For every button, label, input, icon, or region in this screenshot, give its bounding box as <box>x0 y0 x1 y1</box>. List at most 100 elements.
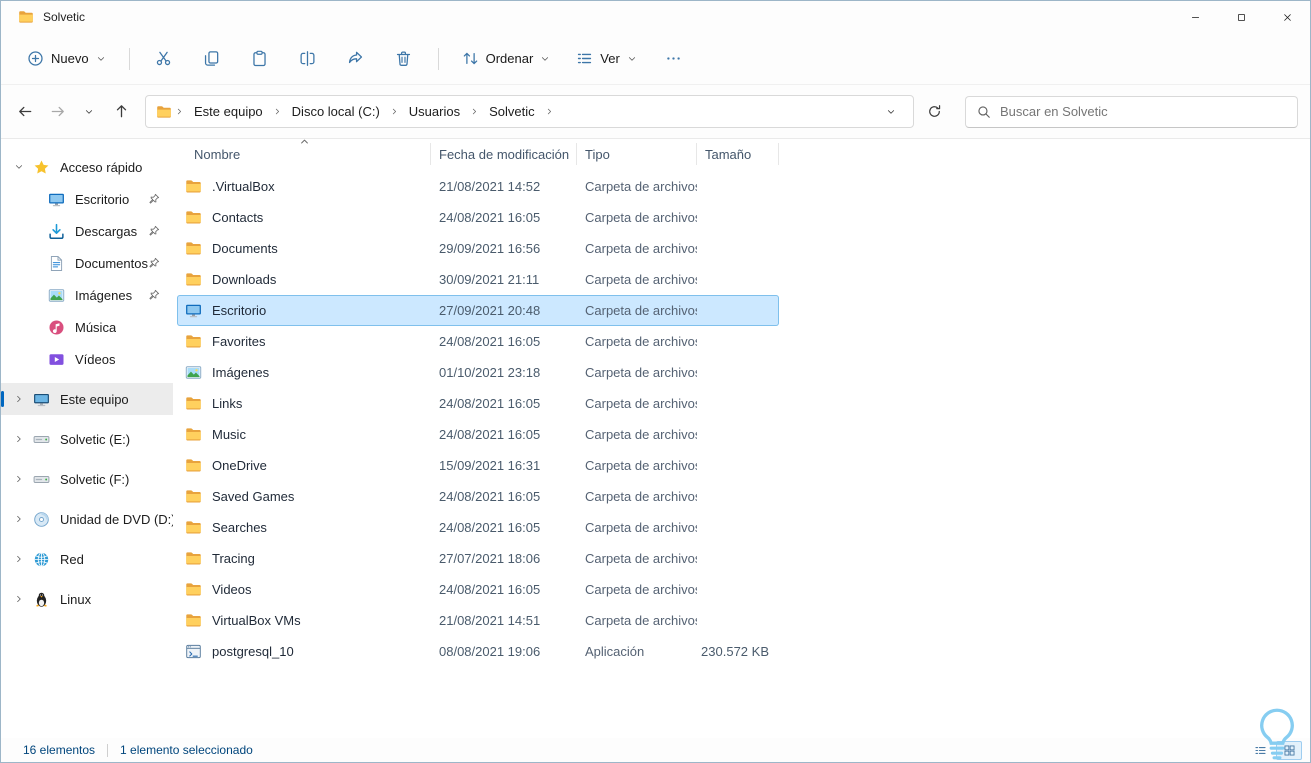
sidebar-item-este-equipo[interactable]: Este equipo <box>1 383 173 415</box>
file-type: Carpeta de archivos <box>585 427 697 442</box>
close-button[interactable] <box>1264 1 1310 33</box>
column-header-nombre[interactable]: Nombre <box>177 143 431 165</box>
sort-button[interactable]: Ordenar <box>451 41 562 77</box>
breadcrumb-item-solvetic[interactable]: Solvetic <box>482 100 557 123</box>
chevron-right-icon[interactable] <box>273 107 282 116</box>
file-type: Carpeta de archivos <box>585 489 697 504</box>
sidebar-item-documentos[interactable]: Documentos <box>1 247 173 279</box>
file-row-downloads[interactable]: Downloads 30/09/2021 21:11 Carpeta de ar… <box>177 264 779 295</box>
file-row-favorites[interactable]: Favorites 24/08/2021 16:05 Carpeta de ar… <box>177 326 779 357</box>
file-name: Searches <box>212 520 267 535</box>
sidebar-item-escritorio[interactable]: Escritorio <box>1 183 173 215</box>
file-row-links[interactable]: Links 24/08/2021 16:05 Carpeta de archiv… <box>177 388 779 419</box>
breadcrumb-item-label[interactable]: Disco local (C:) <box>285 100 387 123</box>
file-row-searches[interactable]: Searches 24/08/2021 16:05 Carpeta de arc… <box>177 512 779 543</box>
file-modified-date: 24/08/2021 16:05 <box>439 520 541 535</box>
chevron-right-icon[interactable] <box>14 514 24 524</box>
paste-button[interactable] <box>238 41 282 77</box>
file-row-escritorio[interactable]: Escritorio 27/09/2021 20:48 Carpeta de a… <box>177 295 779 326</box>
sidebar-item-solvetic-e[interactable]: Solvetic (E:) <box>1 423 173 455</box>
breadcrumb-item-disco-local-c[interactable]: Disco local (C:) <box>285 100 402 123</box>
file-row-contacts[interactable]: Contacts 24/08/2021 16:05 Carpeta de arc… <box>177 202 779 233</box>
recent-locations-button[interactable] <box>73 96 105 128</box>
view-button[interactable]: Ver <box>565 41 648 77</box>
file-row-virtualbox[interactable]: .VirtualBox 21/08/2021 14:52 Carpeta de … <box>177 171 779 202</box>
file-rows: .VirtualBox 21/08/2021 14:52 Carpeta de … <box>177 171 1310 667</box>
column-header-fecha[interactable]: Fecha de modificación <box>431 143 577 165</box>
sidebar-item-red[interactable]: Red <box>1 543 173 575</box>
sidebar-item-label: Unidad de DVD (D:) <box>60 511 173 527</box>
forward-button[interactable] <box>41 96 73 128</box>
column-headers: Nombre Fecha de modificación Tipo Tamaño <box>177 139 1310 169</box>
refresh-button[interactable] <box>918 96 950 128</box>
sort-ascending-icon <box>299 136 310 147</box>
file-explorer-window: Solvetic Nuevo Ordenar Ver Este equipo D… <box>0 0 1311 763</box>
column-header-tipo[interactable]: Tipo <box>577 143 697 165</box>
share-button[interactable] <box>334 41 378 77</box>
breadcrumb[interactable]: Este equipo Disco local (C:) Usuarios So… <box>145 95 914 128</box>
more-options-button[interactable] <box>652 41 696 77</box>
file-row-imagenes[interactable]: Imágenes 01/10/2021 23:18 Carpeta de arc… <box>177 357 779 388</box>
breadcrumb-item-usuarios[interactable]: Usuarios <box>402 100 482 123</box>
maximize-button[interactable] <box>1218 1 1264 33</box>
chevron-right-icon[interactable] <box>175 107 184 116</box>
details-view-button[interactable] <box>1247 741 1273 760</box>
file-row-tracing[interactable]: Tracing 27/07/2021 18:06 Carpeta de arch… <box>177 543 779 574</box>
file-row-music[interactable]: Music 24/08/2021 16:05 Carpeta de archiv… <box>177 419 779 450</box>
paste-icon <box>251 50 268 67</box>
rename-button[interactable] <box>286 41 330 77</box>
chevron-right-icon[interactable] <box>14 434 24 444</box>
file-modified-date: 30/09/2021 21:11 <box>439 272 540 287</box>
status-divider <box>107 743 109 757</box>
file-row-documents[interactable]: Documents 29/09/2021 16:56 Carpeta de ar… <box>177 233 779 264</box>
details-view-icon <box>1254 744 1267 757</box>
minimize-button[interactable] <box>1172 1 1218 33</box>
sidebar-item-label: Escritorio <box>75 191 130 207</box>
chevron-right-icon[interactable] <box>390 107 399 116</box>
file-row-virtualbox-vms[interactable]: VirtualBox VMs 21/08/2021 14:51 Carpeta … <box>177 605 779 636</box>
sidebar-item-icon <box>33 431 50 448</box>
file-row-saved-games[interactable]: Saved Games 24/08/2021 16:05 Carpeta de … <box>177 481 779 512</box>
sidebar-item-quick-access[interactable]: Acceso rápido <box>1 151 173 183</box>
chevron-right-icon[interactable] <box>545 107 554 116</box>
back-button[interactable] <box>9 96 41 128</box>
sidebar-item-imagenes[interactable]: Imágenes <box>1 279 173 311</box>
chevron-right-icon[interactable] <box>14 394 24 404</box>
sidebar-item-unidad-de-dvd-d[interactable]: Unidad de DVD (D:) <box>1 503 173 535</box>
search-input[interactable] <box>1000 104 1286 119</box>
file-row-onedrive[interactable]: OneDrive 15/09/2021 16:31 Carpeta de arc… <box>177 450 779 481</box>
column-label: Nombre <box>194 146 241 162</box>
sidebar-item-musica[interactable]: Música <box>1 311 173 343</box>
arrow-left-icon <box>18 104 33 119</box>
cut-button[interactable] <box>142 41 186 77</box>
thumbnail-view-button[interactable] <box>1276 740 1302 760</box>
file-row-videos[interactable]: Videos 24/08/2021 16:05 Carpeta de archi… <box>177 574 779 605</box>
chevron-right-icon[interactable] <box>14 594 24 604</box>
chevron-right-icon[interactable] <box>470 107 479 116</box>
breadcrumb-item-label[interactable]: Solvetic <box>482 100 542 123</box>
address-dropdown-button[interactable] <box>875 96 907 128</box>
file-row-postgresql-10[interactable]: postgresql_10 08/08/2021 19:06 Aplicació… <box>177 636 779 667</box>
sidebar-item-descargas[interactable]: Descargas <box>1 215 173 247</box>
chevron-right-icon[interactable] <box>14 474 24 484</box>
sidebar-item-videos[interactable]: Vídeos <box>1 343 173 375</box>
chevron-down-icon <box>540 54 550 64</box>
sidebar-item-label: Imágenes <box>75 287 133 303</box>
new-button[interactable]: Nuevo <box>16 41 117 77</box>
chevron-down-icon[interactable] <box>14 162 24 172</box>
up-button[interactable] <box>105 96 137 128</box>
chevron-right-icon[interactable] <box>14 554 24 564</box>
sidebar-item-icon <box>33 591 50 608</box>
breadcrumb-item-label[interactable]: Usuarios <box>402 100 467 123</box>
delete-button[interactable] <box>382 41 426 77</box>
breadcrumb-item-este-equipo[interactable]: Este equipo <box>187 100 285 123</box>
view-icon <box>576 50 593 67</box>
pin-icon <box>148 257 160 269</box>
sidebar-item-solvetic-f[interactable]: Solvetic (F:) <box>1 463 173 495</box>
sidebar-item-linux[interactable]: Linux <box>1 583 173 615</box>
copy-button[interactable] <box>190 41 234 77</box>
column-header-tamano[interactable]: Tamaño <box>697 143 779 165</box>
window-controls <box>1172 1 1310 33</box>
file-type: Carpeta de archivos <box>585 210 697 225</box>
breadcrumb-item-label[interactable]: Este equipo <box>187 100 270 123</box>
